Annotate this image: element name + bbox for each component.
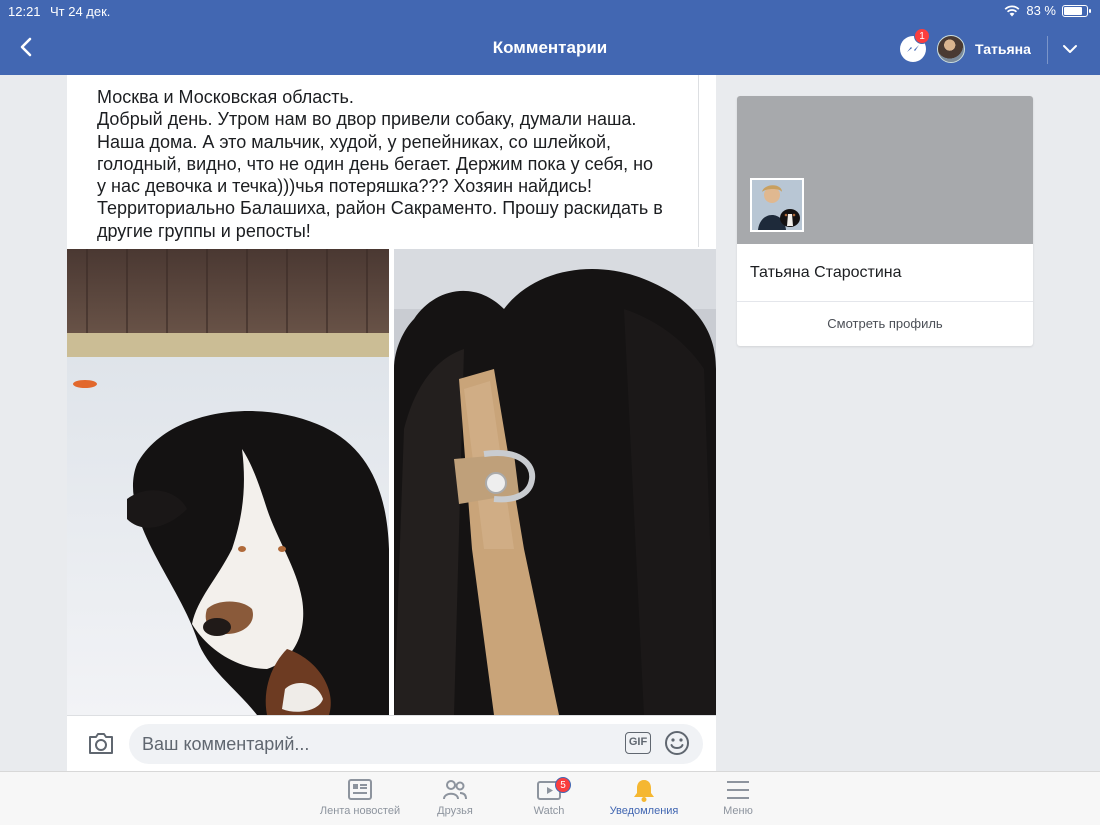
profile-name[interactable]: Татьяна Старостина	[750, 264, 902, 282]
tab-label: Уведомления	[609, 805, 679, 817]
messenger-button[interactable]: 1	[900, 28, 930, 62]
battery-icon	[1062, 4, 1091, 17]
post-text-line: Добрый день. Утром нам во двор привели с…	[97, 109, 637, 130]
harness-photo-image	[394, 249, 716, 715]
messenger-badge: 1	[914, 28, 930, 44]
menu-icon	[727, 781, 749, 799]
bell-icon	[634, 780, 654, 802]
profile-picture[interactable]	[750, 178, 804, 232]
post-photo-dog[interactable]	[67, 249, 389, 715]
post-text: Москва и Московская область. Добрый день…	[97, 86, 697, 242]
post-text-line: Москва и Московская область.	[97, 87, 354, 107]
comment-input[interactable]	[129, 724, 703, 764]
tab-label: Watch	[533, 805, 565, 817]
back-icon[interactable]	[16, 36, 38, 58]
battery-percent: 83 %	[1026, 3, 1056, 18]
camera-icon[interactable]	[87, 730, 115, 756]
tab-label: Меню	[723, 805, 753, 817]
tab-friends[interactable]: Друзья	[405, 777, 505, 823]
post-text-line: у нас девочка и течка)))чья потеряшка???…	[97, 176, 593, 197]
emoji-icon[interactable]	[664, 730, 690, 756]
battery-fill	[1064, 6, 1083, 15]
tab-news-feed[interactable]: Лента новостей	[310, 777, 410, 823]
status-bar: 12:21 Чт 24 дек. 83 %	[0, 0, 1100, 22]
post-card: Москва и Московская область. Добрый день…	[67, 75, 716, 771]
tab-notifications[interactable]: Уведомления	[594, 777, 694, 823]
post-text-line: другие группы и репосты!	[97, 220, 311, 241]
dog-photo-image	[67, 249, 389, 715]
chevron-down-icon[interactable]	[1059, 38, 1081, 60]
friends-icon	[443, 780, 467, 800]
view-profile-button[interactable]: Смотреть профиль	[737, 302, 1033, 346]
status-right: 83 %	[1004, 3, 1091, 18]
top-bar: 12:21 Чт 24 дек. 83 % Комментарии 1 Тать…	[0, 0, 1100, 75]
tab-bar: Лента новостей Друзья 5 Watch Уведомлени…	[0, 771, 1100, 825]
page-title: Комментарии	[492, 38, 608, 57]
profile-card: Татьяна Старостина Смотреть профиль	[737, 96, 1033, 346]
tab-watch[interactable]: 5 Watch	[499, 777, 599, 823]
post-text-line: Наша дома. А это мальчик, худой, у репей…	[97, 131, 612, 152]
separator	[1047, 36, 1048, 64]
tab-label: Лента новостей	[319, 805, 401, 817]
post-text-line: Территориально Балашиха, район Сакрамент…	[97, 198, 663, 219]
post-photo-harness[interactable]	[394, 249, 716, 715]
watch-badge: 5	[555, 777, 571, 793]
news-feed-icon	[348, 779, 372, 800]
wifi-icon	[1004, 5, 1020, 16]
post-text-line: голодный, видно, что не один день бегает…	[97, 153, 654, 174]
profile-picture-image	[752, 180, 802, 230]
avatar[interactable]	[937, 35, 965, 63]
gif-button[interactable]: GIF	[625, 732, 651, 754]
divider	[698, 75, 699, 247]
status-date: Чт 24 дек.	[50, 4, 111, 19]
status-time: 12:21	[8, 4, 41, 19]
tab-menu[interactable]: Меню	[688, 777, 788, 823]
comment-bar: GIF	[67, 715, 716, 771]
user-name[interactable]: Татьяна	[975, 41, 1031, 57]
tab-label: Друзья	[437, 805, 473, 817]
